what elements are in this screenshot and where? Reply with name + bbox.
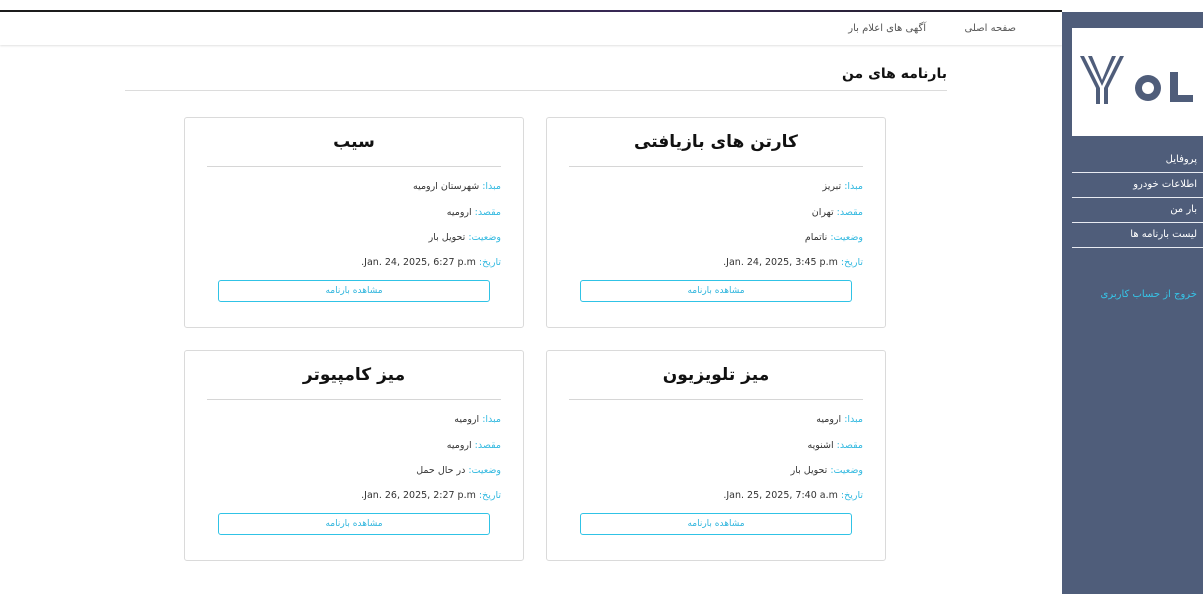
destination-value: اشنویه [807,440,834,451]
card-status: وضعیت: در حال حمل [416,465,501,476]
destination-value: تهران [811,207,834,218]
card-divider [569,166,863,167]
card-origin: مبدا: ارومیه [454,414,501,425]
logo-icon [1080,56,1193,104]
card-divider [207,166,501,167]
date-value: Jan. 24, 2025, 6:27 p.m. [361,257,476,268]
card-divider [207,399,501,400]
logout-link[interactable]: خروج از حساب کاربری [1062,289,1203,300]
card-destination: مقصد: ارومیه [447,207,501,218]
status-label: وضعیت: [830,465,863,476]
date-label: تاریخ: [840,490,863,501]
view-waybill-button[interactable]: مشاهده بارنامه [580,513,852,535]
title-divider [125,90,947,91]
card-origin: مبدا: شهرستان ارومیه [413,181,501,192]
destination-value: ارومیه [446,207,472,218]
sidebar-item-vehicle-info[interactable]: اطلاعات خودرو [1072,173,1203,198]
origin-label: مبدا: [482,181,501,192]
waybill-card: کارتن های بازیافتی مبدا: تبریز مقصد: تهر… [546,117,886,328]
waybill-card: میز تلویزیون مبدا: ارومیه مقصد: اشنویه و… [546,350,886,561]
card-destination: مقصد: تهران [812,207,863,218]
card-title: میز کامپیوتر [302,365,406,385]
origin-label: مبدا: [482,414,501,425]
status-value: ناتمام [804,232,828,243]
origin-value: ارومیه [454,414,480,425]
card-status: وضعیت: تحویل بار [791,465,863,476]
status-value: در حال حمل [416,465,466,476]
status-value: تحویل بار [428,232,466,243]
origin-value: ارومیه [816,414,842,425]
origin-label: مبدا: [844,414,863,425]
card-status: وضعیت: ناتمام [805,232,863,243]
top-navbar: صفحه اصلی آگهی های اعلام بار [0,12,1062,45]
card-date: تاریخ: Jan. 26, 2025, 2:27 p.m. [361,490,501,501]
sidebar-item-waybill-list[interactable]: لیست بارنامه ها [1072,223,1203,248]
card-origin: مبدا: تبریز [823,181,863,192]
date-value: Jan. 25, 2025, 7:40 a.m. [723,490,838,501]
destination-label: مقصد: [474,207,501,218]
card-title: میز تلویزیون [662,365,770,385]
date-label: تاریخ: [478,490,501,501]
status-value: تحویل بار [790,465,828,476]
view-waybill-button[interactable]: مشاهده بارنامه [580,280,852,302]
date-label: تاریخ: [840,257,863,268]
sidebar-item-my-cargo[interactable]: بار من [1072,198,1203,223]
card-date: تاریخ: Jan. 24, 2025, 3:45 p.m. [723,257,863,268]
destination-label: مقصد: [836,207,863,218]
destination-label: مقصد: [474,440,501,451]
waybill-card: سیب مبدا: شهرستان ارومیه مقصد: ارومیه وض… [184,117,524,328]
sidebar-menu: پروفایل اطلاعات خودرو بار من لیست بارنام… [1072,148,1203,248]
page-title: بارنامه های من [841,66,947,82]
card-destination: مقصد: اشنویه [808,440,863,451]
sidebar-item-profile[interactable]: پروفایل [1072,148,1203,173]
status-label: وضعیت: [468,232,501,243]
card-status: وضعیت: تحویل بار [429,232,501,243]
card-divider [569,399,863,400]
logo[interactable] [1072,28,1203,136]
card-title: کارتن های بازیافتی [634,132,798,152]
date-value: Jan. 26, 2025, 2:27 p.m. [361,490,476,501]
card-date: تاریخ: Jan. 25, 2025, 7:40 a.m. [723,490,863,501]
origin-value: تبریز [822,181,842,192]
card-title: سیب [333,132,375,152]
card-origin: مبدا: ارومیه [816,414,863,425]
destination-label: مقصد: [836,440,863,451]
origin-label: مبدا: [844,181,863,192]
view-waybill-button[interactable]: مشاهده بارنامه [218,280,490,302]
waybill-card: میز کامپیوتر مبدا: ارومیه مقصد: ارومیه و… [184,350,524,561]
nav-link-ads[interactable]: آگهی های اعلام بار [848,23,926,34]
status-label: وضعیت: [830,232,863,243]
destination-value: ارومیه [446,440,472,451]
view-waybill-button[interactable]: مشاهده بارنامه [218,513,490,535]
card-date: تاریخ: Jan. 24, 2025, 6:27 p.m. [361,257,501,268]
nav-link-home[interactable]: صفحه اصلی [965,23,1016,34]
status-label: وضعیت: [468,465,501,476]
origin-value: شهرستان ارومیه [413,181,480,192]
date-value: Jan. 24, 2025, 3:45 p.m. [723,257,838,268]
sidebar: پروفایل اطلاعات خودرو بار من لیست بارنام… [1062,12,1203,594]
card-destination: مقصد: ارومیه [447,440,501,451]
date-label: تاریخ: [478,257,501,268]
